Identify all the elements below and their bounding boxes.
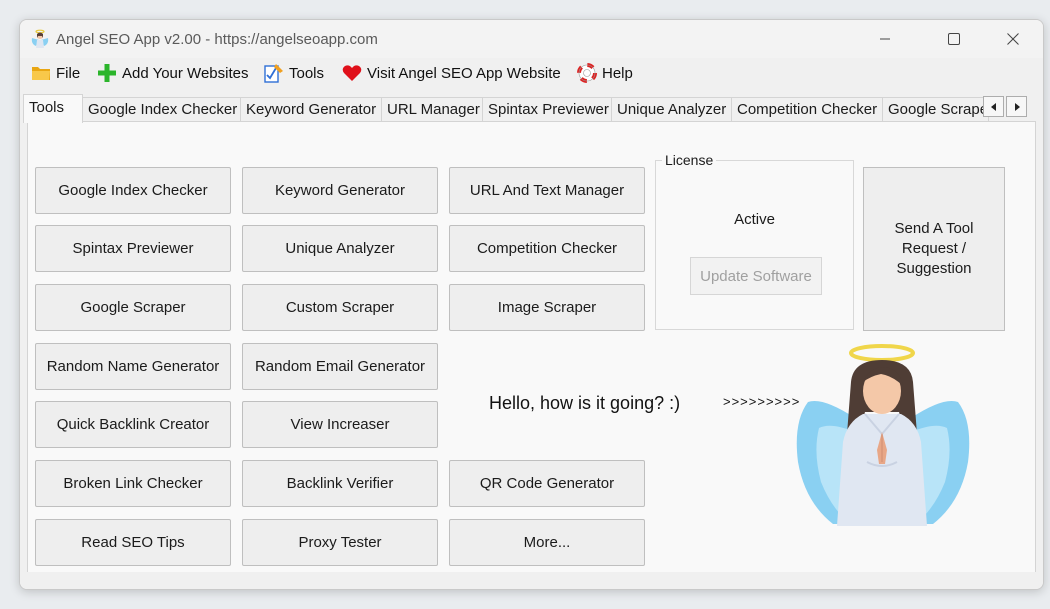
close-icon: [1007, 33, 1019, 45]
arrow-right-icon: [1014, 102, 1020, 111]
read-seo-tips-button[interactable]: Read SEO Tips: [35, 519, 231, 566]
maximize-icon: [948, 33, 960, 45]
menu-add-websites-label: Add Your Websites: [122, 64, 249, 82]
angel-app-icon: [31, 29, 49, 48]
tools-panel: Google Index Checker Keyword Generator U…: [27, 121, 1036, 573]
menu-add-websites[interactable]: Add Your Websites: [97, 62, 248, 84]
quick-backlink-creator-button[interactable]: Quick Backlink Creator: [35, 401, 231, 448]
random-email-generator-button[interactable]: Random Email Generator: [242, 343, 438, 390]
close-button[interactable]: [990, 20, 1036, 58]
plus-icon: [98, 64, 116, 82]
qr-code-generator-button[interactable]: QR Code Generator: [449, 460, 645, 507]
menu-file[interactable]: File: [31, 62, 80, 84]
license-legend: License: [662, 152, 717, 168]
google-scraper-button[interactable]: Google Scraper: [35, 284, 231, 331]
tab-google-index-checker[interactable]: Google Index Checker: [82, 97, 241, 122]
custom-scraper-button[interactable]: Custom Scraper: [242, 284, 438, 331]
tab-tools[interactable]: Tools: [23, 94, 83, 123]
random-name-generator-button[interactable]: Random Name Generator: [35, 343, 231, 390]
tab-google-scraper[interactable]: Google Scraper: [882, 97, 989, 122]
menu-help-label: Help: [602, 64, 633, 82]
license-group: License Active Update Software: [655, 152, 854, 330]
minimize-button[interactable]: [862, 20, 908, 58]
tab-scroll-left-button[interactable]: [983, 96, 1004, 117]
send-tool-request-button[interactable]: Send A Tool Request / Suggestion: [863, 167, 1005, 331]
tab-url-manager[interactable]: URL Manager: [381, 97, 483, 122]
tab-strip: Tools Google Index Checker Keyword Gener…: [20, 94, 1043, 123]
greeting-text: Hello, how is it going? :): [489, 393, 681, 413]
view-increaser-button[interactable]: View Increaser: [242, 401, 438, 448]
menu-tools[interactable]: Tools: [264, 62, 324, 84]
url-and-text-manager-button[interactable]: URL And Text Manager: [449, 167, 645, 214]
status-bar: [20, 572, 1043, 589]
app-window: Angel SEO App v2.00 - https://angelseoap…: [19, 19, 1044, 590]
tab-spintax-previewer[interactable]: Spintax Previewer: [482, 97, 613, 122]
menu-help[interactable]: Help: [577, 62, 633, 84]
tab-unique-analyzer[interactable]: Unique Analyzer: [611, 97, 733, 122]
tab-competition-checker[interactable]: Competition Checker: [731, 97, 885, 122]
arrow-decoration: >>>>>>>>>: [723, 394, 801, 409]
menu-visit-website-label: Visit Angel SEO App Website: [367, 64, 561, 82]
google-index-checker-button[interactable]: Google Index Checker: [35, 167, 231, 214]
more-button[interactable]: More...: [449, 519, 645, 566]
spintax-previewer-button[interactable]: Spintax Previewer: [35, 225, 231, 272]
proxy-tester-button[interactable]: Proxy Tester: [242, 519, 438, 566]
backlink-verifier-button[interactable]: Backlink Verifier: [242, 460, 438, 507]
broken-link-checker-button[interactable]: Broken Link Checker: [35, 460, 231, 507]
angel-illustration: [796, 344, 970, 526]
menu-file-label: File: [56, 64, 81, 82]
tools-icon: [264, 64, 283, 83]
arrow-left-icon: [990, 102, 996, 111]
lifebuoy-icon: [577, 63, 597, 83]
competition-checker-button[interactable]: Competition Checker: [449, 225, 645, 272]
maximize-button[interactable]: [931, 20, 977, 58]
title-bar: Angel SEO App v2.00 - https://angelseoap…: [20, 20, 1043, 58]
menu-visit-website[interactable]: Visit Angel SEO App Website: [342, 62, 561, 84]
menu-bar: File Add Your Websites Tools Visit Angel…: [20, 58, 1043, 88]
folder-icon: [32, 67, 50, 80]
update-software-button: Update Software: [690, 257, 822, 295]
minimize-icon: [880, 38, 890, 40]
window-title: Angel SEO App v2.00 - https://angelseoap…: [56, 31, 378, 48]
menu-tools-label: Tools: [289, 64, 325, 82]
license-status: Active: [734, 211, 775, 228]
keyword-generator-button[interactable]: Keyword Generator: [242, 167, 438, 214]
unique-analyzer-button[interactable]: Unique Analyzer: [242, 225, 438, 272]
tab-scroll-right-button[interactable]: [1006, 96, 1027, 117]
image-scraper-button[interactable]: Image Scraper: [449, 284, 645, 331]
tab-keyword-generator[interactable]: Keyword Generator: [240, 97, 382, 122]
heart-icon: [342, 65, 362, 81]
